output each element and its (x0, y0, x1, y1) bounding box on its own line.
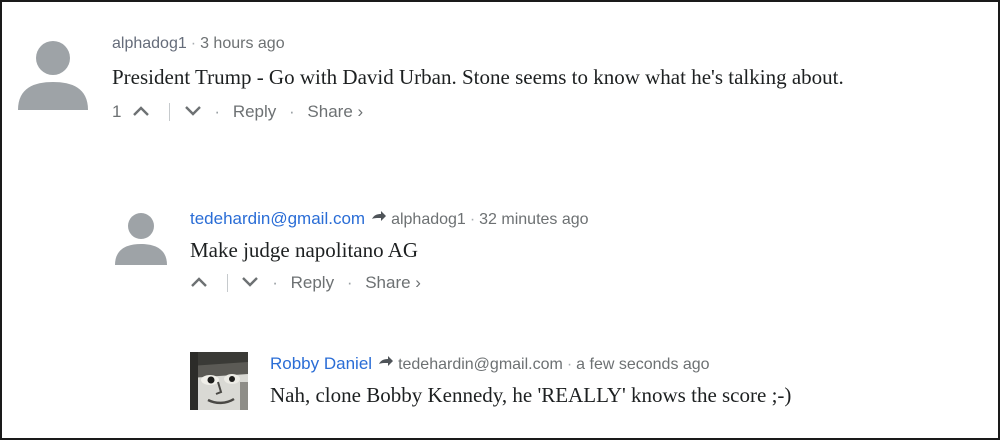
parent-author[interactable]: tedehardin@gmail.com (398, 356, 563, 373)
upvote-icon[interactable] (132, 98, 150, 126)
default-avatar-icon[interactable] (14, 32, 92, 110)
vote-divider (226, 273, 228, 292)
comment-meta: alphadog1 · 3 hours ago (112, 35, 285, 52)
comment-actions: · Reply · Share › (190, 268, 990, 296)
author-name[interactable]: Robby Daniel (270, 354, 372, 373)
default-avatar-icon[interactable] (112, 207, 170, 265)
upvote-icon[interactable] (190, 269, 208, 297)
author-name[interactable]: tedehardin@gmail.com (190, 209, 365, 228)
comment-thread: alphadog1 · 3 hours ago President Trump - … (0, 0, 1000, 440)
comment-text: President Trump - Go with David Urban. S… (112, 65, 844, 89)
comment-text: Make judge napolitano AG (190, 238, 419, 262)
downvote-icon[interactable] (241, 269, 259, 297)
parent-author[interactable]: alphadog1 (391, 211, 466, 228)
timestamp[interactable]: 32 minutes ago (479, 211, 588, 228)
reply-arrow-icon (378, 353, 394, 377)
downvote-icon[interactable] (184, 98, 202, 126)
comment-actions: 1 · Reply · Share › (112, 97, 982, 125)
reply-button[interactable]: Reply (291, 269, 334, 297)
vote-divider (168, 102, 170, 121)
vote-count: 1 (112, 101, 122, 121)
comment-meta: tedehardin@gmail.com alphadog1 · 32 minutes… (190, 207, 990, 231)
comment-meta: Robby Daniel tedehardin@gmail.com · a few s… (270, 352, 990, 376)
reply-arrow-icon (371, 208, 387, 232)
share-button[interactable]: Share › (307, 98, 363, 126)
author-name[interactable]: alphadog1 (112, 35, 187, 52)
photo-avatar[interactable] (190, 352, 248, 410)
share-button[interactable]: Share › (365, 269, 421, 297)
timestamp[interactable]: a few seconds ago (576, 356, 709, 373)
timestamp[interactable]: 3 hours ago (200, 35, 285, 52)
comment-text: Nah, clone Bobby Kennedy, he 'REALLY' kn… (270, 383, 792, 407)
reply-button[interactable]: Reply (233, 98, 276, 126)
